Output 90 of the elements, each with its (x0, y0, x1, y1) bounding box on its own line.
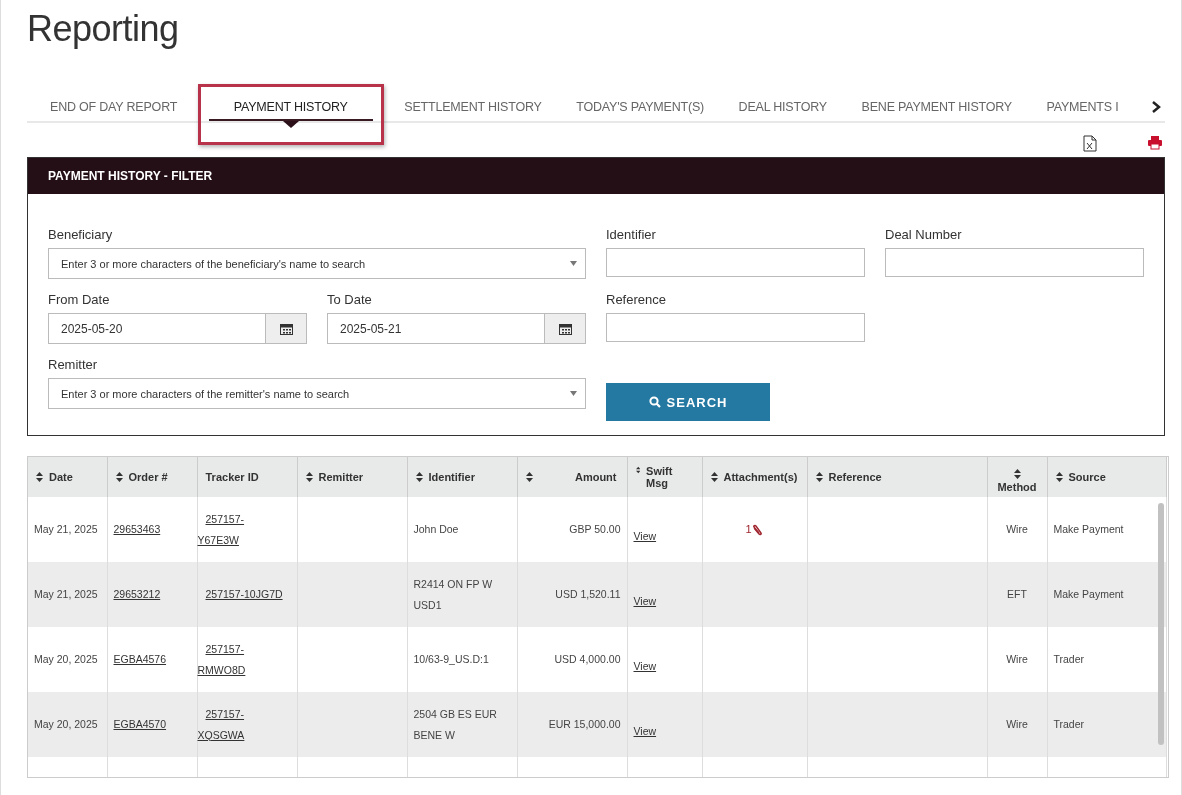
order-link[interactable]: EGBA4576 (113, 653, 167, 665)
date-cell: May 20, 2025 (34, 718, 98, 730)
method-cell: Wire (1006, 718, 1028, 730)
calendar-icon (279, 322, 293, 335)
deal-number-field[interactable] (885, 248, 1144, 277)
sort-icon[interactable] (635, 465, 641, 475)
identifier-cell: John Doe (413, 523, 459, 535)
tracker-id-link[interactable]: 257157- XQSGWA (197, 703, 245, 746)
source-cell: Trader (1053, 653, 1085, 665)
order-link[interactable]: 29653212 (113, 588, 161, 600)
order-link[interactable]: 29653463 (113, 523, 161, 535)
tracker-id-link[interactable]: 257157-10JG7D (197, 584, 283, 605)
attachment-link[interactable]: 1 (745, 519, 764, 540)
from-date-field[interactable]: 2025-05-20 (48, 313, 265, 344)
field-label: From Date (48, 292, 111, 307)
column-header: Attachment(s) (723, 471, 798, 483)
to-date-field[interactable]: 2025-05-21 (327, 313, 544, 344)
column-header: Reference (828, 471, 882, 483)
column-header: Remitter (318, 471, 364, 483)
sort-icon[interactable] (305, 472, 313, 482)
calendar-button[interactable] (265, 313, 307, 344)
print-icon[interactable] (1147, 135, 1163, 150)
tab[interactable]: SETTLEMENT HISTORY (404, 94, 542, 120)
view-link[interactable]: View (633, 660, 657, 672)
view-link[interactable]: View (633, 725, 657, 737)
amount-cell: GBP 50.00 (569, 523, 621, 535)
view-link[interactable]: View (633, 530, 657, 542)
column-header: Identifier (428, 471, 475, 483)
column-header: Source (1068, 471, 1106, 483)
method-cell: EFT (1007, 588, 1027, 600)
sort-icon[interactable] (1055, 472, 1063, 482)
identifier-cell: 10/63-9_US.D:1 (413, 653, 489, 665)
paperclip-icon (751, 523, 764, 536)
search-button[interactable]: SEARCH (606, 383, 770, 421)
field-label: Identifier (606, 227, 657, 242)
tab[interactable]: TODAY'S PAYMENT(S) (576, 94, 704, 120)
method-cell: Wire (1006, 523, 1028, 535)
date-cell: May 21, 2025 (34, 588, 98, 600)
tracker-id-link[interactable]: 257157- RMWO8D (197, 638, 246, 681)
source-cell: Trader (1053, 718, 1085, 730)
column-header: Method (997, 481, 1037, 493)
field-label: Beneficiary (48, 227, 114, 242)
identifier-cell: 2504 GB ES EUR BENE W (413, 707, 497, 741)
excel-export-icon[interactable] (1083, 135, 1097, 152)
identifier-cell: R2414 ON FP W USD1 (413, 577, 493, 611)
field-label: To Date (327, 292, 373, 307)
method-cell: Wire (1006, 653, 1028, 665)
tab[interactable]: BENE PAYMENT HISTORY (861, 94, 1012, 120)
calendar-icon (558, 322, 572, 335)
column-header: Date (49, 471, 73, 483)
column-header: Amount (574, 471, 617, 483)
sort-icon[interactable] (36, 472, 43, 482)
column-header: Swift Msg (646, 465, 674, 489)
tab[interactable]: DEAL HISTORY (738, 94, 827, 120)
date-cell: May 20, 2025 (34, 653, 98, 665)
sort-icon[interactable] (415, 472, 423, 482)
column-header: Tracker ID (205, 471, 259, 483)
amount-cell: EUR 15,000.00 (548, 718, 621, 730)
identifier-field[interactable] (606, 248, 865, 277)
sort-icon[interactable] (1013, 469, 1021, 479)
sort-icon[interactable] (525, 472, 533, 482)
calendar-button[interactable] (544, 313, 586, 344)
dropdown-caret-icon (570, 391, 577, 396)
filter-header: PAYMENT HISTORY - FILTER (28, 158, 1164, 194)
amount-cell: USD 4,000.00 (554, 653, 621, 665)
date-cell: May 21, 2025 (34, 523, 98, 535)
search-icon (648, 396, 661, 408)
amount-cell: USD 1,520.11 (555, 588, 621, 600)
remitter-select[interactable]: Enter 3 or more characters of the remitter's name to search (48, 378, 586, 409)
dropdown-caret-icon (570, 261, 577, 266)
tab[interactable]: PAYMENT HISTORY (208, 94, 373, 128)
field-label: Deal Number (885, 227, 963, 242)
source-cell: Make Payment (1053, 588, 1124, 600)
column-header: Order # (128, 471, 168, 483)
scrollbar[interactable] (1158, 503, 1164, 745)
field-label: Remitter (48, 357, 99, 372)
sort-icon[interactable] (815, 472, 823, 482)
sort-icon[interactable] (115, 472, 123, 482)
field-label: Reference (606, 292, 667, 307)
tab[interactable]: END OF DAY REPORT (50, 94, 178, 120)
order-link[interactable]: EGBA4570 (113, 718, 167, 730)
tab[interactable]: PAYMENTS I (1046, 94, 1119, 120)
tracker-id-link[interactable]: 257157- Y67E3W (197, 508, 245, 551)
reference-field[interactable] (606, 313, 865, 342)
view-link[interactable]: View (633, 595, 657, 607)
sort-icon[interactable] (710, 472, 718, 482)
source-cell: Make Payment (1053, 523, 1124, 535)
chevron-right-icon[interactable] (1151, 101, 1161, 113)
page-title: Reporting (27, 8, 179, 50)
beneficiary-select[interactable]: Enter 3 or more characters of the beneficiary's name to search (48, 248, 586, 279)
